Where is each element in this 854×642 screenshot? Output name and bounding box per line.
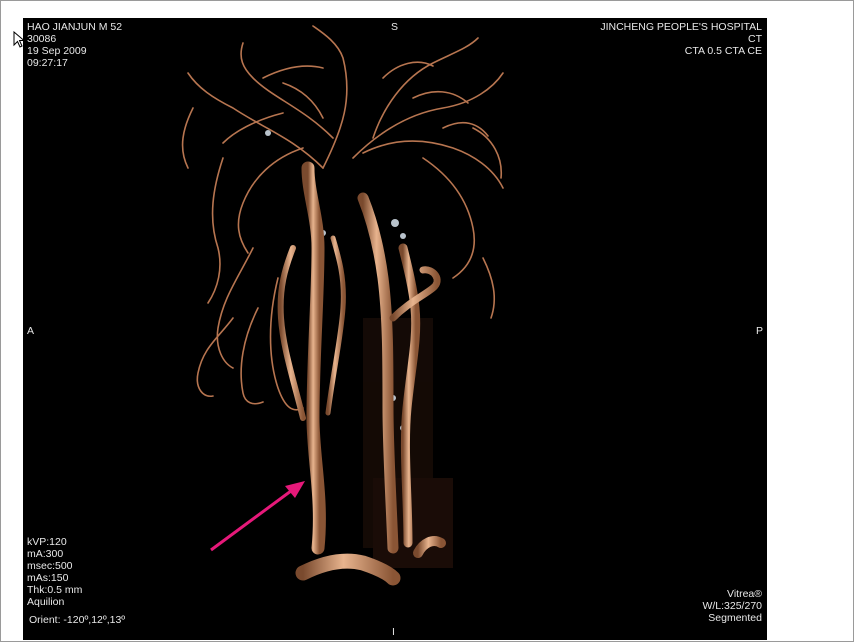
annotation-arrow[interactable] bbox=[210, 481, 305, 552]
render-mode: Segmented bbox=[708, 612, 762, 624]
modality: CT bbox=[748, 33, 762, 45]
mas-value: mAs:150 bbox=[27, 572, 69, 584]
series-description: CTA 0.5 CTA CE bbox=[684, 45, 762, 57]
study-time: 09:27:17 bbox=[27, 57, 68, 69]
window-level: W/L:325/270 bbox=[702, 600, 762, 612]
software-name: Vitrea® bbox=[727, 588, 762, 600]
scan-parameters-overlay: kVP:120 mA:300 msec:500 mAs:150 Thk:0.5 … bbox=[27, 536, 82, 608]
intracranial-vessels bbox=[181, 25, 504, 411]
render-info-overlay: Vitrea® W/L:325/270 Segmented bbox=[702, 588, 762, 624]
msec-value: msec:500 bbox=[27, 560, 73, 572]
patient-name: HAO JIANJUN M 52 bbox=[27, 21, 123, 33]
orientation-inferior: I bbox=[392, 626, 395, 638]
patient-info-overlay: HAO JIANJUN M 52 30086 19 Sep 2009 09:27… bbox=[27, 21, 122, 69]
view-orientation: Orient: -120º,12º,13º bbox=[29, 614, 126, 626]
kvp-value: kVP:120 bbox=[27, 536, 67, 548]
orientation-superior: S bbox=[391, 21, 399, 33]
institution-overlay: JINCHENG PEOPLE'S HOSPITAL CT CTA 0.5 CT… bbox=[600, 21, 762, 57]
image-frame: HAO JIANJUN M 52 30086 19 Sep 2009 09:27… bbox=[0, 0, 854, 642]
orientation-posterior: P bbox=[756, 325, 764, 337]
scanner-model: Aquilion bbox=[27, 596, 65, 608]
study-date: 19 Sep 2009 bbox=[27, 45, 87, 57]
ma-value: mA:300 bbox=[27, 548, 64, 560]
move-cursor-icon bbox=[13, 31, 26, 48]
hospital-name: JINCHENG PEOPLE'S HOSPITAL bbox=[600, 21, 762, 33]
ct-viewport[interactable]: HAO JIANJUN M 52 30086 19 Sep 2009 09:27… bbox=[23, 18, 767, 640]
orientation-anterior: A bbox=[27, 325, 35, 337]
vessel-3d-rendering[interactable] bbox=[23, 18, 767, 640]
patient-id: 30086 bbox=[27, 33, 57, 45]
slice-thickness: Thk:0.5 mm bbox=[27, 584, 83, 596]
